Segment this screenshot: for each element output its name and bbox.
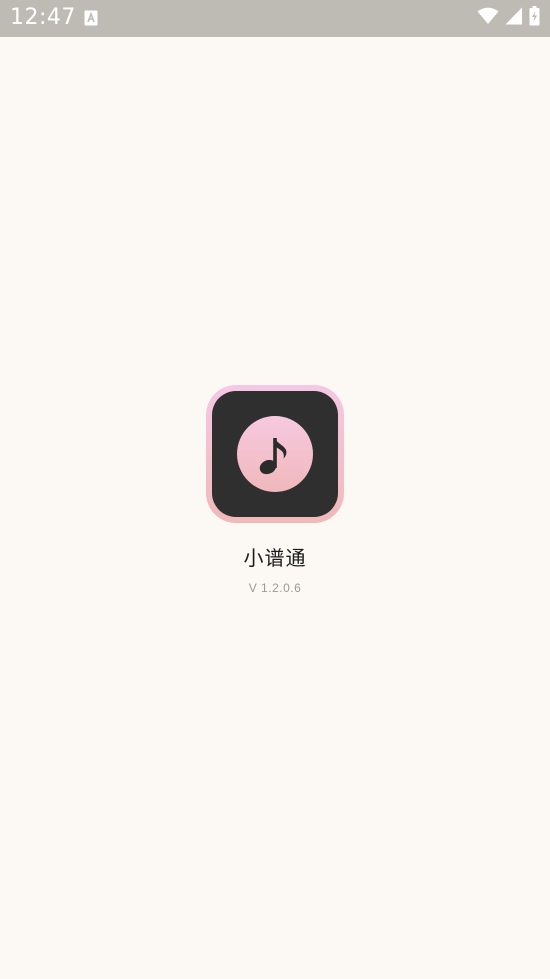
app-logo-circle — [237, 416, 313, 492]
music-note-icon — [237, 416, 313, 492]
signal-icon — [505, 7, 523, 30]
wifi-icon — [477, 7, 499, 30]
app-logo-tile — [212, 391, 338, 517]
status-bar: 12:47 — [0, 0, 550, 37]
splash-screen: 小谱通 V 1.2.0.6 — [0, 37, 550, 979]
app-version: V 1.2.0.6 — [248, 581, 302, 595]
status-time: 12:47 — [10, 5, 76, 30]
app-name: 小谱通 — [243, 546, 307, 570]
status-icons — [477, 5, 540, 31]
battery-icon — [529, 5, 540, 31]
notification-a-icon — [84, 10, 98, 26]
app-logo — [206, 385, 344, 523]
